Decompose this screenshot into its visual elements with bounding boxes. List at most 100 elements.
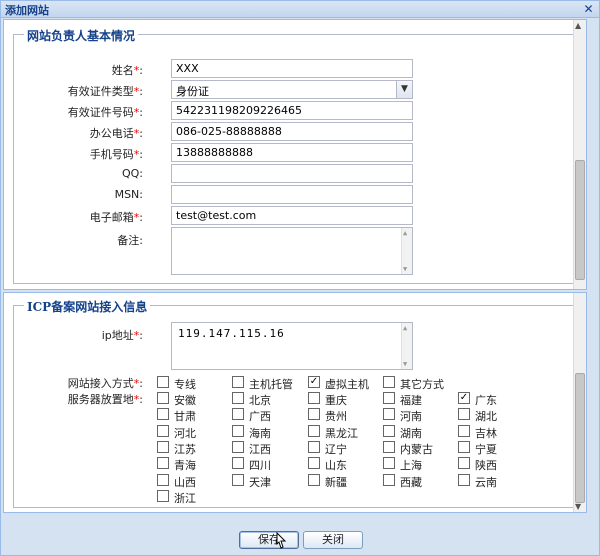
checkbox[interactable] xyxy=(383,457,395,470)
label-colon: : xyxy=(139,127,143,140)
checkbox[interactable] xyxy=(308,457,320,470)
checkbox[interactable] xyxy=(458,424,470,437)
qq-input[interactable] xyxy=(171,164,413,183)
checkbox[interactable] xyxy=(383,408,395,421)
checkbox-label: 上海 xyxy=(400,459,422,473)
scrollbar-thumb[interactable] xyxy=(575,373,585,503)
checkbox-label: 山西 xyxy=(174,475,196,489)
scroll-down-icon[interactable]: ▼ xyxy=(403,360,407,368)
checkbox[interactable]: ✓ xyxy=(458,392,470,404)
checkbox[interactable] xyxy=(232,408,244,421)
id-type-label: 有效证件类型*: xyxy=(68,83,143,99)
checkbox-label: 山东 xyxy=(325,459,347,473)
checkbox-label: 云南 xyxy=(475,475,497,489)
checkbox[interactable] xyxy=(232,473,244,486)
office-phone-input[interactable]: 086-025-88888888 xyxy=(171,122,413,141)
vertical-scrollbar[interactable]: ▼ xyxy=(573,293,586,512)
checkbox-label: 福建 xyxy=(400,394,422,407)
label-text: QQ xyxy=(121,167,140,180)
checkbox[interactable] xyxy=(157,376,169,388)
checkbox[interactable] xyxy=(458,473,470,486)
checkbox[interactable] xyxy=(232,440,244,453)
checkbox-label: 江西 xyxy=(249,442,271,456)
scroll-up-icon[interactable]: ▲ xyxy=(403,324,407,332)
msn-input[interactable] xyxy=(171,185,413,204)
id-type-select[interactable]: 身份证 ▼ xyxy=(171,80,413,99)
office-phone-label: 办公电话*: xyxy=(90,125,143,141)
checkbox[interactable] xyxy=(458,457,470,470)
id-number-input[interactable]: 542231198209226465 xyxy=(171,101,413,120)
dialog-title: 添加网站 xyxy=(5,4,49,17)
checkbox[interactable] xyxy=(157,440,169,453)
select-value: 身份证 xyxy=(176,85,209,98)
checkbox[interactable] xyxy=(383,424,395,437)
checkbox-label: 主机托管 xyxy=(249,378,293,391)
checkbox[interactable] xyxy=(308,408,320,421)
close-icon[interactable]: ✕ xyxy=(582,3,595,16)
checkbox-label: 湖北 xyxy=(475,410,497,424)
scroll-down-icon[interactable]: ▼ xyxy=(575,502,581,511)
scrollbar-thumb[interactable] xyxy=(575,160,585,280)
checkbox-label: 四川 xyxy=(249,459,271,473)
checkbox[interactable] xyxy=(308,392,320,404)
checkbox[interactable] xyxy=(383,473,395,486)
dialog-titlebar[interactable]: 添加网站 ✕ xyxy=(1,1,599,18)
label-colon: : xyxy=(139,329,143,342)
scroll-down-icon[interactable]: ▼ xyxy=(403,265,407,273)
checkbox[interactable] xyxy=(157,408,169,421)
checkbox[interactable] xyxy=(157,457,169,470)
save-button[interactable]: 保存 xyxy=(239,531,299,549)
checkbox-label: 西藏 xyxy=(400,475,422,489)
checkbox[interactable] xyxy=(383,440,395,453)
label-text: ip地址 xyxy=(101,329,134,342)
checkbox[interactable]: ✓ xyxy=(308,376,320,388)
label-colon: : xyxy=(139,393,143,406)
close-button[interactable]: 关闭 xyxy=(303,531,363,549)
checkbox[interactable] xyxy=(232,392,244,404)
checkbox[interactable] xyxy=(232,457,244,470)
email-input[interactable]: test@test.com xyxy=(171,206,413,225)
checkbox-label: 浙江 xyxy=(174,491,196,505)
textarea-scrollbar[interactable]: ▲ ▼ xyxy=(401,228,412,274)
access-method-label: 网站接入方式*: xyxy=(68,375,143,391)
checkbox[interactable] xyxy=(458,408,470,421)
scroll-up-icon[interactable]: ▲ xyxy=(575,21,581,30)
checkbox[interactable] xyxy=(308,440,320,453)
mobile-input[interactable]: 13888888888 xyxy=(171,143,413,162)
checkbox[interactable] xyxy=(308,424,320,437)
checkbox[interactable] xyxy=(157,489,169,502)
checkbox[interactable] xyxy=(232,424,244,437)
checkbox[interactable] xyxy=(458,440,470,453)
fieldset-icp-info: ICP备案网站接入信息 ip地址*: 119.147.115.16 ▲ ▼ 网站接入方式… xyxy=(13,298,578,508)
ip-address-label: ip地址*: xyxy=(102,327,143,343)
checkbox[interactable] xyxy=(308,473,320,486)
label-colon: : xyxy=(139,377,143,390)
label-colon: : xyxy=(139,106,143,119)
chevron-down-icon[interactable]: ▼ xyxy=(396,81,412,98)
checkbox[interactable] xyxy=(157,392,169,404)
name-input[interactable]: XXX xyxy=(171,59,413,78)
checkbox-label: 河南 xyxy=(400,410,422,424)
remark-textarea[interactable]: ▲ ▼ xyxy=(171,227,413,275)
label-colon: : xyxy=(139,211,143,224)
checkbox[interactable] xyxy=(157,473,169,486)
checkbox[interactable] xyxy=(232,376,244,388)
ip-address-textarea[interactable]: 119.147.115.16 ▲ ▼ xyxy=(171,322,413,370)
server-location-label: 服务器放置地*: xyxy=(68,391,143,407)
checkbox-label: 重庆 xyxy=(325,394,347,407)
checkbox-label: 贵州 xyxy=(325,410,347,424)
checkbox-label: 虚拟主机 xyxy=(325,378,369,391)
checkbox[interactable] xyxy=(383,376,395,388)
label-text: 有效证件号码 xyxy=(67,106,134,119)
label-colon: : xyxy=(139,188,143,201)
checkbox-label: 内蒙古 xyxy=(400,442,433,456)
dialog-window: 添加网站 ✕ 网站负责人基本情况 姓名*: XXX 有效证件类型*: 身份证 ▼ 有效证件… xyxy=(0,0,600,556)
vertical-scrollbar[interactable]: ▲ xyxy=(573,20,586,289)
label-text: MSN xyxy=(114,188,140,201)
checkbox-label: 江苏 xyxy=(174,442,196,456)
checkbox[interactable] xyxy=(383,392,395,404)
checkbox-label: 海南 xyxy=(249,426,271,440)
scroll-up-icon[interactable]: ▲ xyxy=(403,229,407,237)
checkbox[interactable] xyxy=(157,424,169,437)
textarea-scrollbar[interactable]: ▲ ▼ xyxy=(401,323,412,369)
